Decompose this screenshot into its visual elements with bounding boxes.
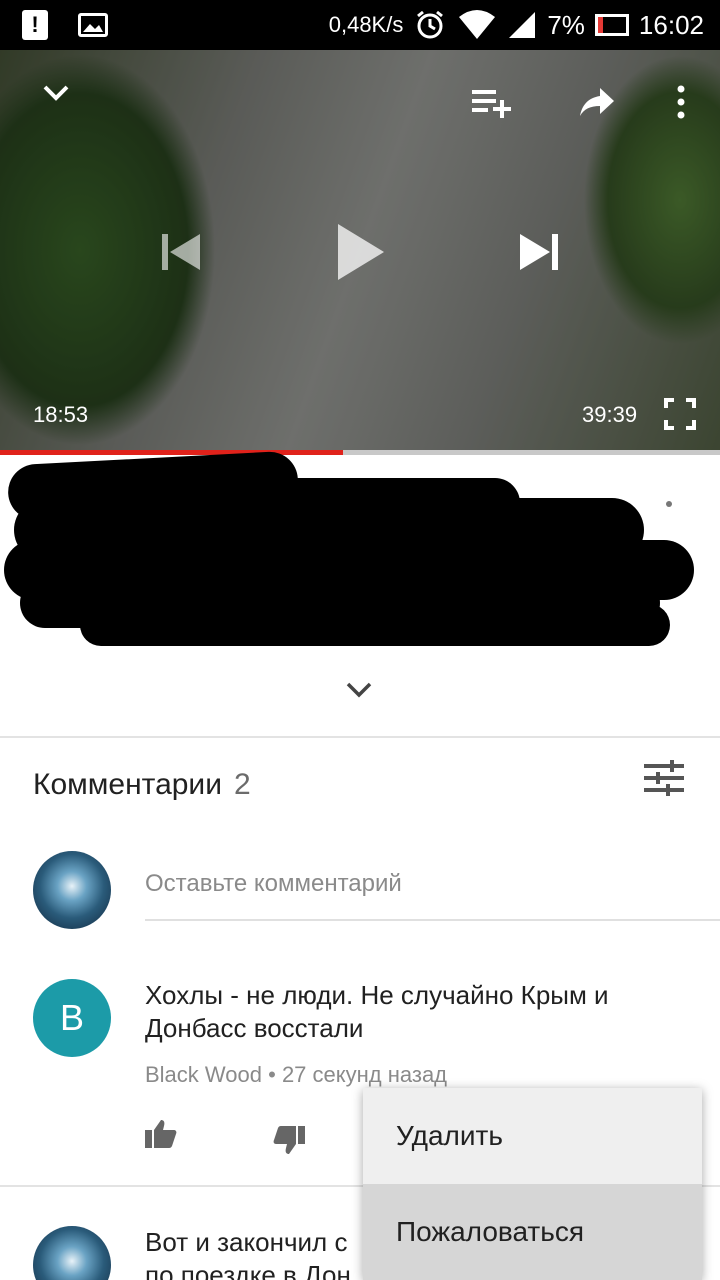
fullscreen-icon[interactable] xyxy=(664,398,696,430)
alert-icon: ! xyxy=(22,10,48,40)
comments-count: 2 xyxy=(233,768,251,801)
more-icon[interactable] xyxy=(674,84,688,120)
status-bar: ! 0,48K/s 7% 16:02 xyxy=(0,0,720,50)
image-notification-icon xyxy=(78,13,108,37)
expand-description-icon[interactable] xyxy=(344,675,374,705)
section-divider xyxy=(0,736,720,738)
alarm-icon xyxy=(417,10,444,39)
share-icon[interactable] xyxy=(578,86,616,118)
play-icon[interactable] xyxy=(334,222,386,282)
comment-text-line1: Вот и закончил с xyxy=(145,1227,348,1257)
signal-icon xyxy=(509,12,536,38)
comment-meta: Black Wood • 27 секунд назад xyxy=(145,1062,447,1088)
comment-text-line2: по поездке в Дон xyxy=(145,1260,351,1280)
battery-icon xyxy=(594,14,629,36)
comment-text: Хохлы - не люди. Не случайно Крым и Донб… xyxy=(145,980,609,1043)
comments-title: Комментарии xyxy=(33,768,222,801)
comment-author[interactable]: Black Wood xyxy=(145,1062,262,1087)
next-icon[interactable] xyxy=(518,230,562,274)
dislike-icon[interactable] xyxy=(271,1122,307,1158)
comment-input-underline xyxy=(145,919,720,921)
previous-icon[interactable] xyxy=(158,230,202,274)
current-time: 18:53 xyxy=(33,402,89,427)
like-icon[interactable] xyxy=(143,1116,179,1152)
user-avatar xyxy=(33,851,111,929)
comment-context-menu: Удалить Пожаловаться xyxy=(363,1088,702,1280)
meta-separator: • xyxy=(268,1062,276,1087)
comments-header: Комментарии 2 xyxy=(33,768,251,802)
menu-item-delete[interactable]: Удалить xyxy=(363,1088,702,1184)
duration: 39:39 xyxy=(582,402,638,427)
collapse-icon[interactable] xyxy=(42,84,70,102)
commenter-avatar[interactable] xyxy=(33,1226,111,1280)
sort-filter-icon[interactable] xyxy=(644,760,684,796)
progress-bar[interactable] xyxy=(0,450,720,455)
battery-percent: 7% xyxy=(547,9,585,40)
comment-input[interactable]: Оставьте комментарий xyxy=(145,870,720,898)
add-to-playlist-icon[interactable] xyxy=(470,86,514,120)
comment-time: 27 секунд назад xyxy=(281,1062,448,1087)
video-more-icon[interactable] xyxy=(664,500,674,518)
video-player[interactable]: 18:53 39:39 xyxy=(0,50,720,450)
wifi-icon xyxy=(459,10,496,39)
commenter-avatar[interactable]: B xyxy=(33,979,111,1057)
progress-fill xyxy=(0,450,343,455)
network-speed: 0,48K/s xyxy=(328,12,404,37)
clock: 16:02 xyxy=(638,9,704,40)
menu-item-report[interactable]: Пожаловаться xyxy=(363,1184,702,1280)
